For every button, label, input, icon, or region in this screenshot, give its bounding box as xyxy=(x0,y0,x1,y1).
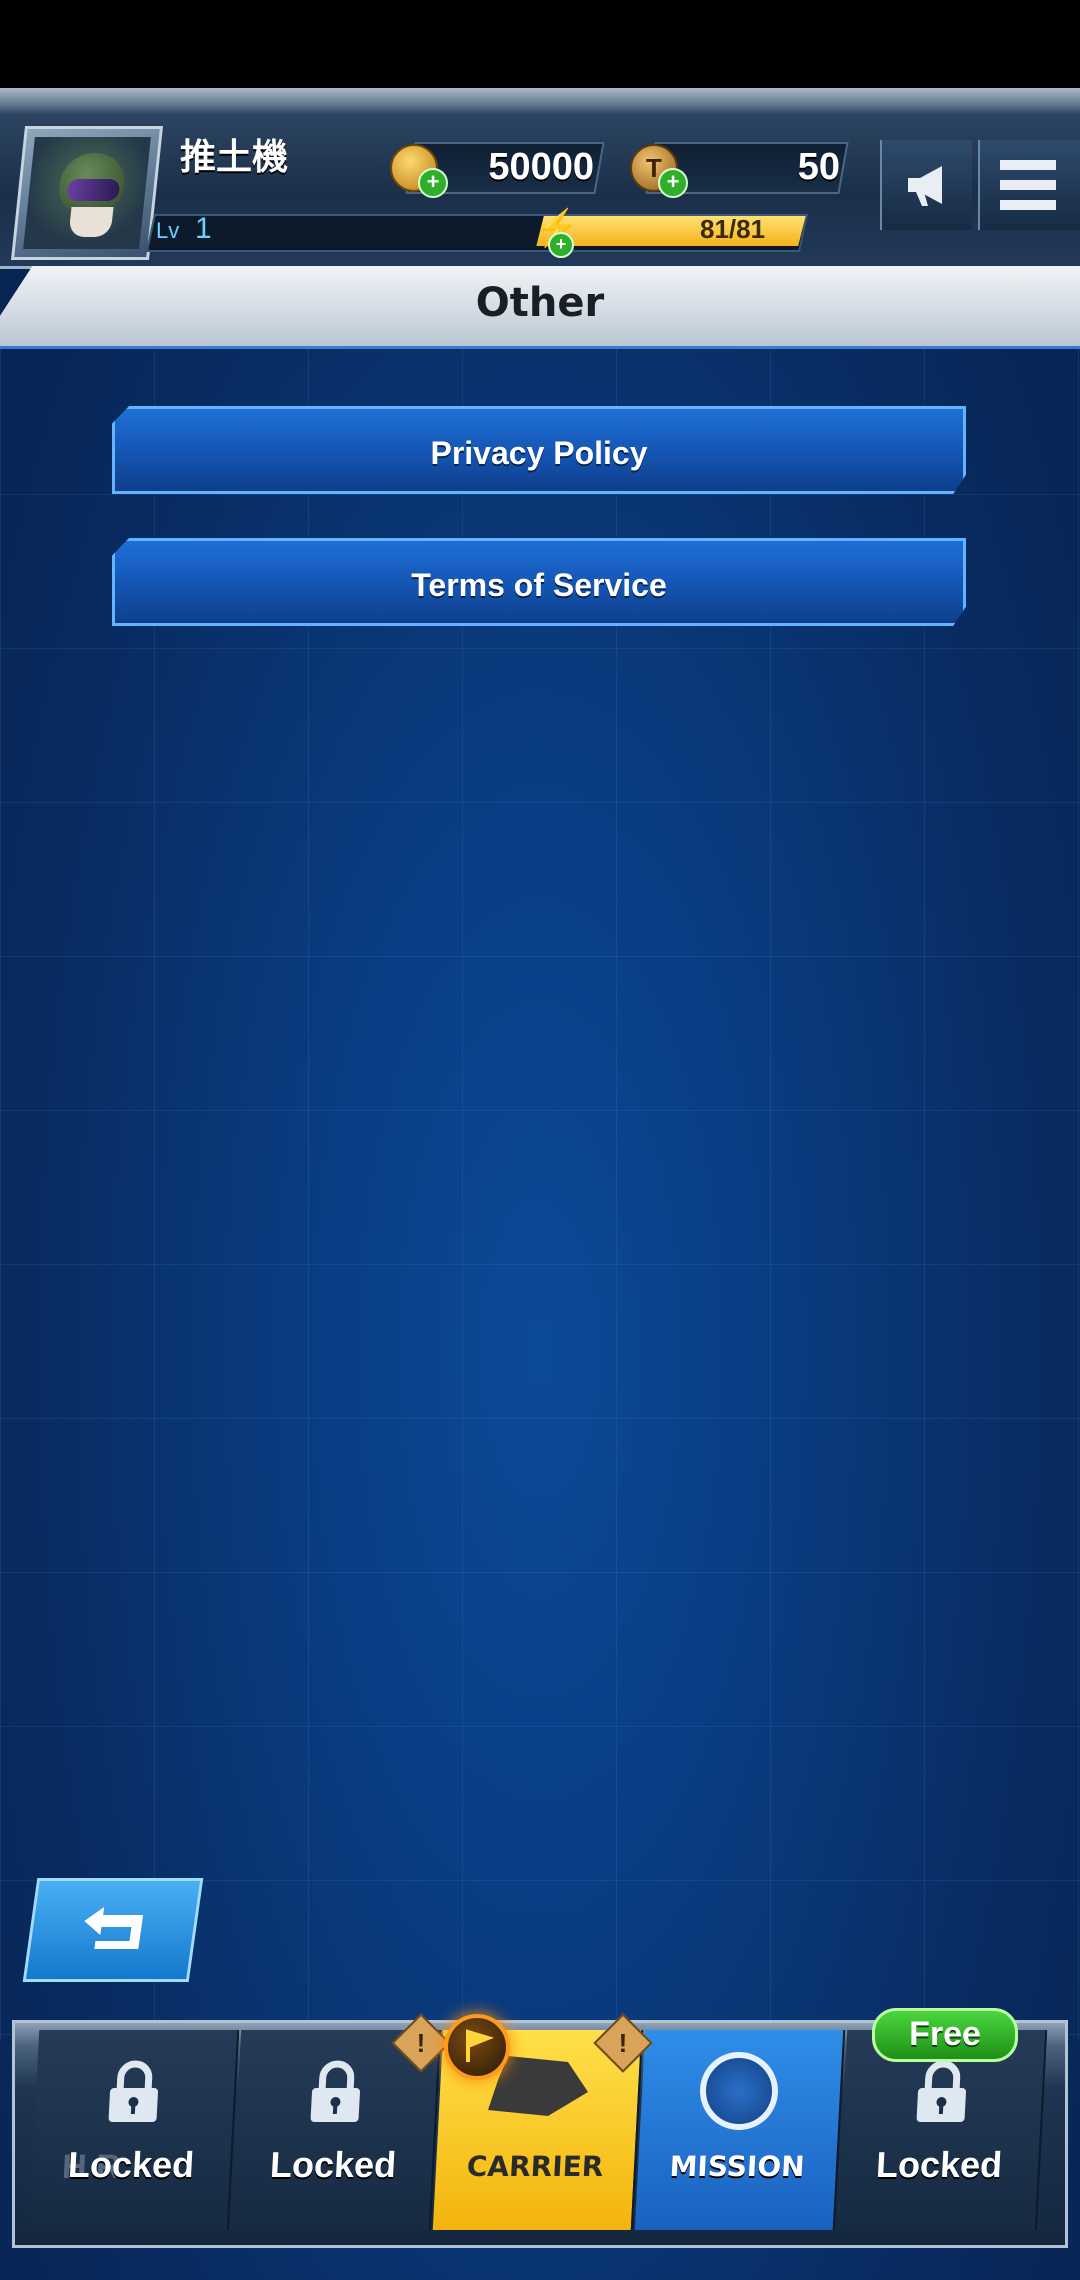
level-value: 1 xyxy=(195,212,212,245)
hamburger-menu-icon xyxy=(1000,160,1056,210)
lock-icon xyxy=(310,2060,360,2122)
main-menu-button[interactable] xyxy=(978,140,1080,230)
lock-icon xyxy=(916,2060,966,2122)
nav-label-locked-1: Locked xyxy=(67,2144,196,2185)
radar-icon xyxy=(700,2052,778,2130)
nav-label-mission: MISSION xyxy=(668,2150,806,2183)
ticket-add-button[interactable]: + xyxy=(658,168,688,198)
gold-amount: 50000 xyxy=(488,146,594,188)
alert-mark: ! xyxy=(618,2028,628,2058)
avatar-portrait xyxy=(23,137,151,249)
back-arrow-icon xyxy=(84,1907,144,1949)
nav-label-locked-2: Locked xyxy=(269,2144,398,2185)
alert-mark: ! xyxy=(416,2028,426,2058)
player-name: 推土機 xyxy=(180,136,289,177)
energy-value: 81/81 xyxy=(700,214,766,244)
gold-add-button[interactable]: + xyxy=(418,168,448,198)
ticket-amount: 50 xyxy=(797,146,840,188)
page-title: Other xyxy=(475,280,605,326)
status-bar xyxy=(0,0,1080,88)
lock-icon xyxy=(108,2060,158,2122)
flag-icon xyxy=(444,2014,510,2080)
visor-shape xyxy=(66,179,121,201)
energy-add-button[interactable]: + xyxy=(548,232,574,258)
nav-label-locked-3: Locked xyxy=(875,2144,1004,2185)
level-label: Lv xyxy=(156,218,180,243)
free-badge[interactable]: Free xyxy=(872,2008,1018,2062)
terms-of-service-button[interactable]: Terms of Service xyxy=(112,538,966,626)
nav-label-carrier: CARRIER xyxy=(465,2150,605,2183)
privacy-policy-button[interactable]: Privacy Policy xyxy=(112,406,966,494)
player-avatar[interactable] xyxy=(10,126,164,260)
face-shape xyxy=(68,207,114,237)
back-button[interactable] xyxy=(22,1878,204,1982)
megaphone-icon xyxy=(908,166,942,206)
nav-slot-locked-1[interactable]: H R Locked xyxy=(28,2030,240,2230)
announcement-button[interactable] xyxy=(880,140,972,230)
